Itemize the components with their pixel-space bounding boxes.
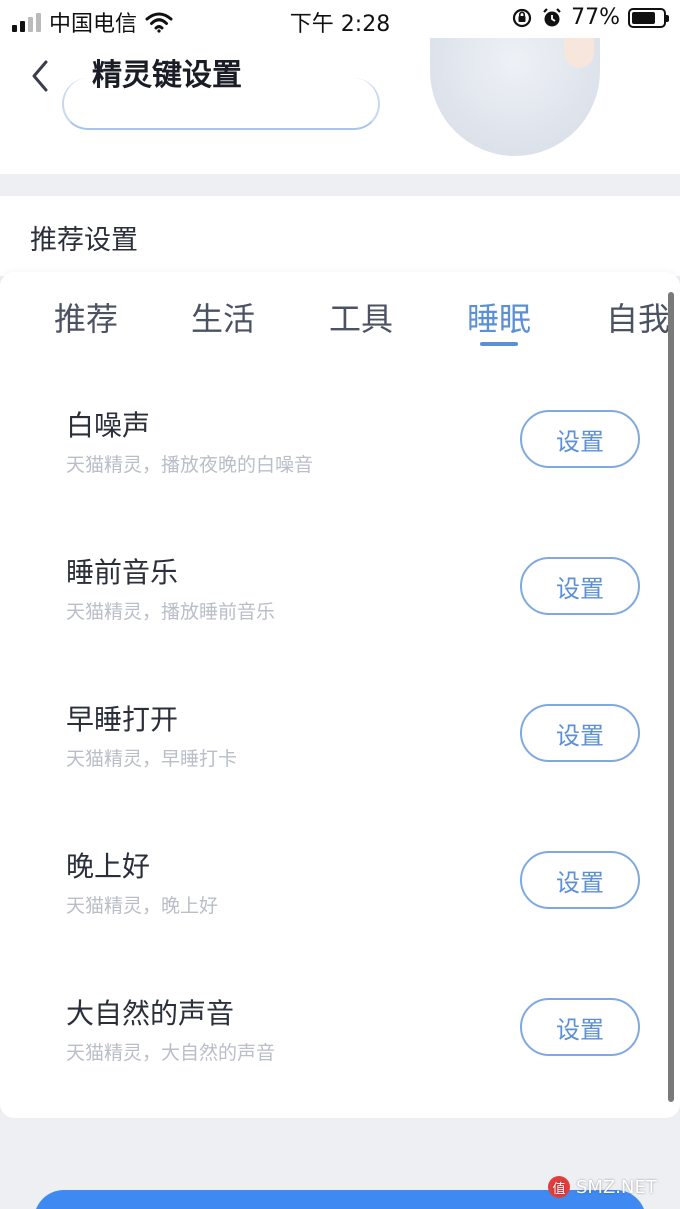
rotation-lock-icon: [512, 8, 532, 27]
list-item: 大自然的声音 天猫精灵，大自然的声音 设置: [0, 952, 680, 1098]
alarm-icon: [543, 7, 561, 26]
banner-image: [430, 38, 600, 156]
tab-sleep[interactable]: 睡眠: [467, 294, 531, 340]
list-item: 睡前音乐 天猫精灵，播放睡前音乐 设置: [0, 511, 680, 657]
tab-life[interactable]: 生活: [191, 294, 255, 340]
recommend-card: 推荐 生活 工具 睡眠 自我 白噪声 天猫精灵，播放夜晚的白噪音 设置 睡前音乐…: [0, 272, 680, 1118]
settings-button[interactable]: 设置: [520, 704, 640, 762]
tab-recommend[interactable]: 推荐: [54, 294, 118, 340]
watermark-text: SMZ.NET: [576, 1176, 657, 1198]
item-title: 晚上好: [66, 850, 151, 883]
list-item: 白噪声 天猫精灵，播放夜晚的白噪音 设置: [0, 364, 680, 510]
watermark: 值 SMZ.NET: [548, 1176, 657, 1198]
list-item: 晚上好 天猫精灵，晚上好 设置: [0, 805, 680, 951]
category-tabs: 推荐 生活 工具 睡眠 自我: [0, 272, 680, 362]
tab-tools[interactable]: 工具: [329, 294, 393, 340]
item-description: 天猫精灵，晚上好: [66, 895, 219, 917]
item-description: 天猫精灵，播放睡前音乐: [66, 601, 276, 623]
list-item: 早睡打开 天猫精灵，早睡打卡 设置: [0, 658, 680, 804]
settings-button[interactable]: 设置: [520, 851, 640, 909]
battery-icon: [628, 7, 669, 28]
battery-percent: 77%: [571, 5, 620, 30]
item-title: 睡前音乐: [66, 556, 179, 589]
battery-fill: [632, 11, 656, 24]
watermark-logo-icon: 值: [548, 1176, 570, 1198]
item-description: 天猫精灵，播放夜晚的白噪音: [66, 454, 314, 476]
banner-pill: [62, 78, 380, 130]
item-title: 早睡打开: [66, 703, 179, 736]
settings-button[interactable]: 设置: [520, 557, 640, 615]
settings-button[interactable]: 设置: [520, 998, 640, 1056]
recommend-section-header: 推荐设置: [0, 196, 680, 276]
active-tab-indicator: [480, 342, 518, 346]
tab-self[interactable]: 自我: [606, 294, 670, 340]
chevron-left-icon[interactable]: [22, 56, 62, 96]
header: 精灵键设置: [0, 38, 680, 174]
status-bar: 中国电信 下午 2:28 77%: [0, 0, 680, 38]
status-right: 77%: [511, 5, 669, 30]
item-title: 大自然的声音: [66, 997, 235, 1030]
section-title: 推荐设置: [30, 225, 138, 256]
item-title: 白噪声: [66, 409, 151, 442]
settings-button[interactable]: 设置: [520, 410, 640, 468]
item-description: 天猫精灵，大自然的声音: [66, 1042, 276, 1064]
scrollbar[interactable]: [668, 292, 674, 1102]
item-description: 天猫精灵，早睡打卡: [66, 748, 238, 770]
